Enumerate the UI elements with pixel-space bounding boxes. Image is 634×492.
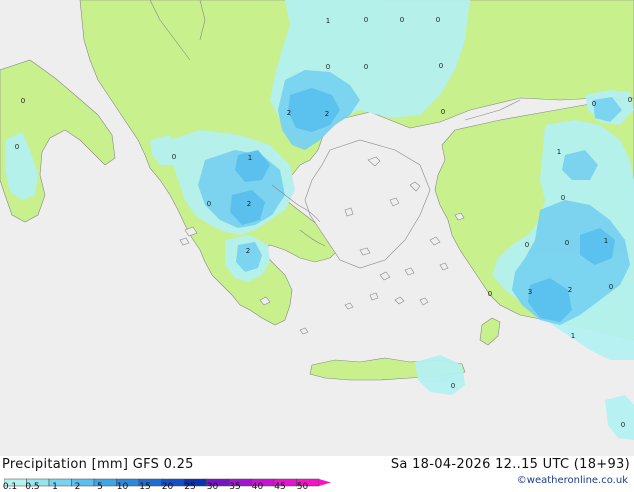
point-value-label: 1 <box>557 148 561 156</box>
point-value-label: 3 <box>528 288 532 296</box>
map-canvas: 1 0 0 0 0 0 0 0 2 2 0 0 0 0 1 0 2 2 1 0 0 0 1 3 2 0 0 1 0 0 0 <box>0 0 634 456</box>
point-value-label: 2 <box>247 200 251 208</box>
point-value-label: 0 <box>525 241 529 249</box>
point-value-label: 0 <box>207 200 211 208</box>
point-value-label: 2 <box>287 109 291 117</box>
point-value-label: 0 <box>364 63 368 71</box>
point-value-label: 0 <box>364 16 368 24</box>
point-value-label: 1 <box>604 237 608 245</box>
point-value-label: 0 <box>592 100 596 108</box>
run-info: Sa 18-04-2026 12..15 UTC (18+93) <box>390 457 630 472</box>
weather-map-page: 1000000022000010221000132001000 Precipit… <box>0 0 634 492</box>
point-value-label: 0 <box>609 283 613 291</box>
legend-tick-label: 1 <box>52 482 58 492</box>
point-value-label: 0 <box>621 421 625 429</box>
legend-tick-label: 45 <box>274 482 286 492</box>
point-value-label: 0 <box>565 239 569 247</box>
point-value-label: 0 <box>436 16 440 24</box>
point-value-label: 0 <box>400 16 404 24</box>
point-value-label: 1 <box>326 17 330 25</box>
point-value-label: 0 <box>21 97 25 105</box>
point-value-label: 0 <box>439 62 443 70</box>
credit-link[interactable]: ©weatheronline.co.uk <box>517 475 628 486</box>
map-title: Precipitation [mm] GFS 0.25 <box>2 457 194 472</box>
point-value-label: 2 <box>246 247 250 255</box>
precipitation-map: 1 0 0 0 0 0 0 0 2 2 0 0 0 0 1 0 2 2 1 0 0 0 1 3 2 0 0 1 0 0 0 <box>0 0 634 456</box>
point-value-label: 0 <box>441 108 445 116</box>
point-value-label: 0 <box>15 143 19 151</box>
map-footer: Precipitation [mm] GFS 0.25 Sa 18-04-202… <box>0 456 634 492</box>
point-value-label: 0 <box>451 382 455 390</box>
point-value-label: 0 <box>172 153 176 161</box>
legend-tick-label: 10 <box>116 482 129 492</box>
legend-tick-label: 0.5 <box>25 482 40 492</box>
legend-tick-label: 25 <box>184 482 196 492</box>
point-value-label: 0 <box>628 96 632 104</box>
legend-tick-label: 40 <box>251 482 264 492</box>
point-value-label: 2 <box>325 110 329 118</box>
legend-tick-label: 2 <box>74 482 81 492</box>
legend-tick-label: 50 <box>296 482 309 492</box>
legend-tick-label: 15 <box>139 482 151 492</box>
legend-tick-label: 0.1 <box>2 482 18 492</box>
point-value-label: 1 <box>571 332 575 340</box>
point-value-label: 0 <box>488 290 492 298</box>
point-value-label: 2 <box>568 286 572 294</box>
point-value-label: 0 <box>561 194 565 202</box>
point-value-label: 1 <box>248 154 252 162</box>
legend-tick-label: 30 <box>206 482 219 492</box>
legend-tick-label: 35 <box>229 482 241 492</box>
legend-tick-label: 5 <box>97 482 103 492</box>
point-value-label: 0 <box>326 63 330 71</box>
legend-arrow <box>319 479 331 486</box>
legend-tick-label: 20 <box>161 482 174 492</box>
